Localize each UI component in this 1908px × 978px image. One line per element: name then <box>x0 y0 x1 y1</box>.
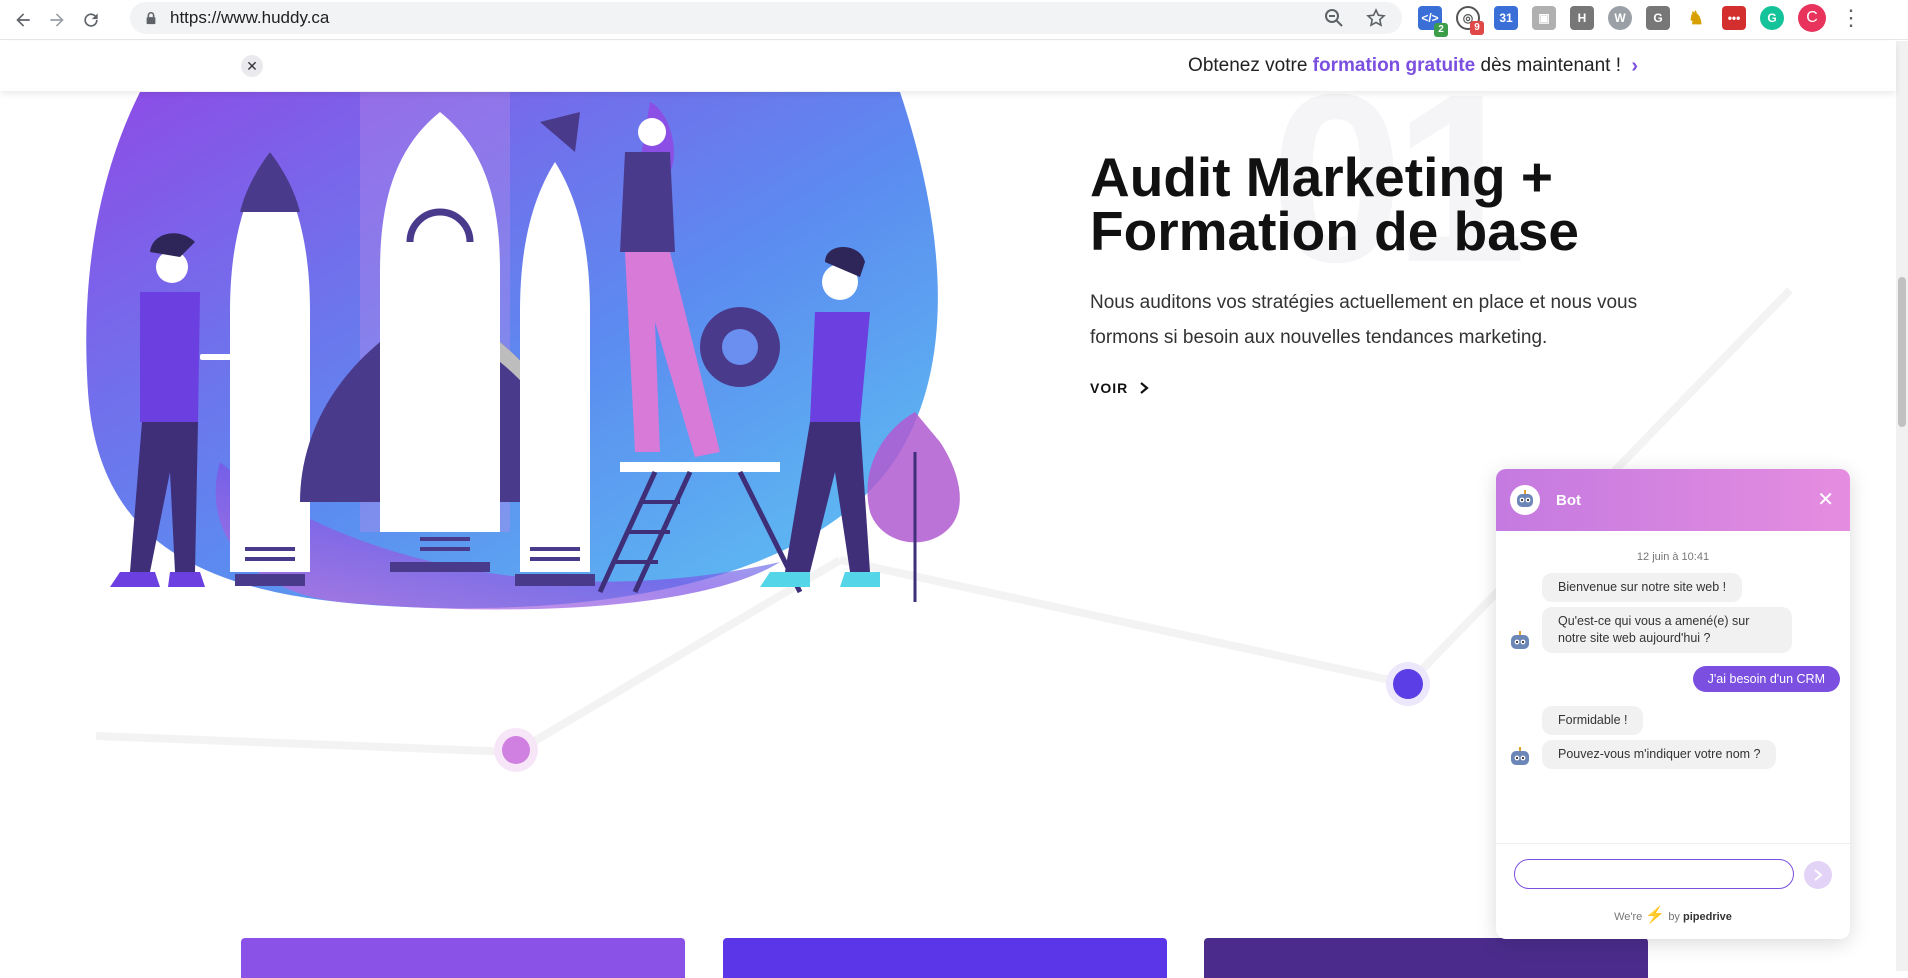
chat-widget: Bot ✕ 12 juin à 10:41 Bienvenue sur notr… <box>1496 469 1850 939</box>
voir-label[interactable]: VOIR <box>1090 380 1128 396</box>
close-icon[interactable]: ✕ <box>241 55 263 77</box>
close-icon[interactable]: ✕ <box>1817 487 1834 512</box>
robot-icon <box>1511 747 1529 765</box>
scrollbar-thumb[interactable] <box>1898 277 1906 427</box>
service-card-1[interactable] <box>241 938 685 978</box>
bot-message: Qu'est-ce qui vous a amené(e) sur notre … <box>1542 607 1792 653</box>
chat-bot-name: Bot <box>1556 491 1581 509</box>
bot-message: Bienvenue sur notre site web ! <box>1542 573 1743 602</box>
powered-by-text: by <box>1668 911 1680 923</box>
user-message: J'ai besoin d'un CRM <box>1692 666 1840 692</box>
promo-banner: ✕ Obtenez votre formation gratuite dès m… <box>0 41 1896 91</box>
service-card-2[interactable] <box>723 938 1167 978</box>
rocket-team-illustration <box>86 92 960 610</box>
chat-input-area <box>1496 843 1850 893</box>
user-message-row: J'ai besoin d'un CRM <box>1496 666 1850 692</box>
powered-text: We're <box>1614 911 1643 923</box>
hero-description: Nous auditons vos stratégies actuellemen… <box>1090 292 1638 348</box>
chevron-right-icon[interactable]: › <box>1631 55 1638 78</box>
send-arrow-icon <box>1814 869 1823 881</box>
bot-message-group: Formidable ! Pouvez-vous m'indiquer votr… <box>1496 706 1850 774</box>
robot-icon <box>1511 631 1529 649</box>
bot-message: Pouvez-vous m'indiquer votre nom ? <box>1542 740 1777 769</box>
chat-message-input[interactable] <box>1514 859 1794 889</box>
hero-title-line2: Formation de base <box>1090 200 1579 262</box>
bot-message: Formidable ! <box>1542 706 1644 735</box>
hero-title-line1: Audit Marketing + <box>1090 146 1553 208</box>
robot-icon <box>1510 485 1540 515</box>
promo-text-before: Obtenez votre <box>1188 55 1313 76</box>
pipedrive-brand: pipedrive <box>1683 911 1732 923</box>
hero-title: Audit Marketing + Formation de base <box>1090 150 1710 259</box>
send-button[interactable] <box>1804 861 1832 889</box>
powered-by-footer[interactable]: We're ⚡ by pipedrive <box>1496 905 1850 925</box>
bot-message-group: Bienvenue sur notre site web ! Qu'est-ce… <box>1496 573 1850 658</box>
chat-header: Bot ✕ <box>1496 469 1850 531</box>
voir-link[interactable]: VOIR <box>1090 380 1150 396</box>
promo-text[interactable]: Obtenez votre formation gratuite dès mai… <box>1188 55 1621 77</box>
chat-timestamp: 12 juin à 10:41 <box>1636 551 1710 563</box>
lightning-icon: ⚡ <box>1645 907 1666 924</box>
service-card-3[interactable] <box>1204 938 1648 978</box>
promo-text-after: dès maintenant ! <box>1475 55 1622 76</box>
promo-highlight[interactable]: formation gratuite <box>1313 55 1476 76</box>
chevron-right-icon <box>1140 382 1149 394</box>
page-scrollbar[interactable] <box>1896 41 1908 971</box>
